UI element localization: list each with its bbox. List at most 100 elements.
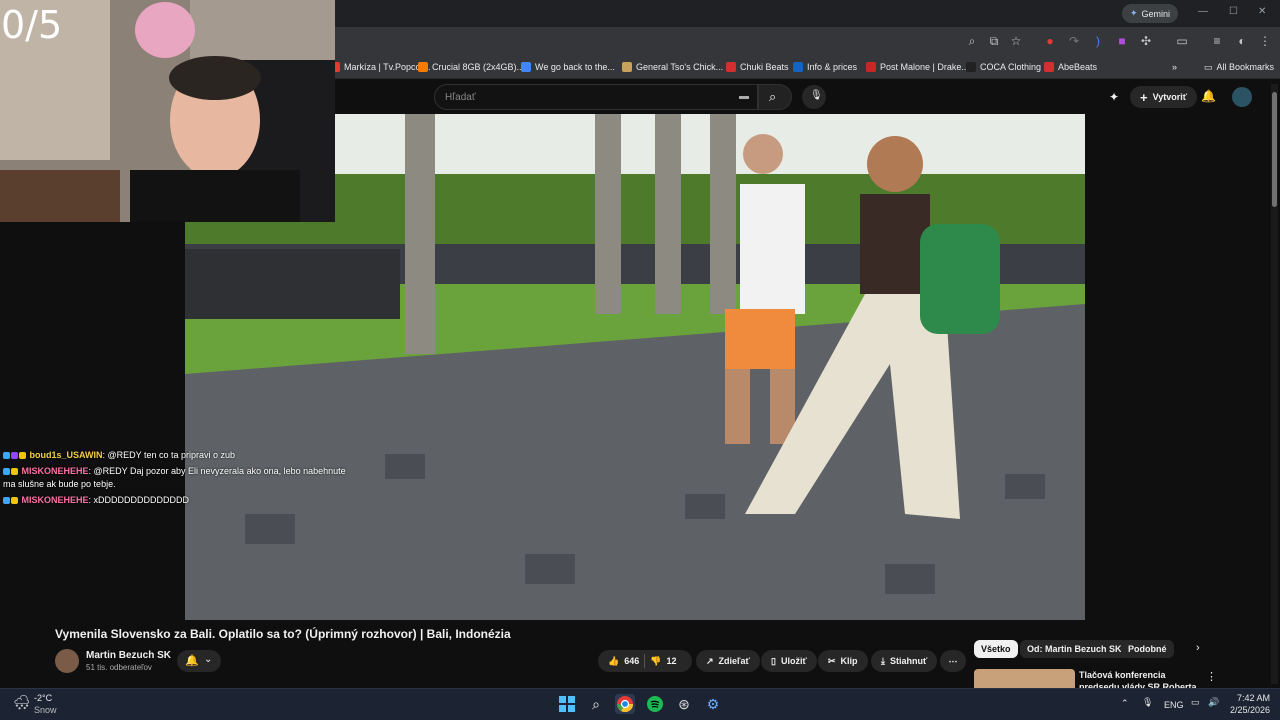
cast-icon[interactable]: ▭ [1174,33,1190,49]
dislike-count: 12 [666,656,677,666]
bookmark-favicon [726,62,736,72]
create-button[interactable]: + Vytvoriť [1130,86,1198,108]
save-label: Uložiť [780,656,807,666]
bookmark-label: Post Malone | Drake... [880,62,969,72]
weather-temp[interactable]: -2°C [34,693,52,703]
save-button[interactable]: ▯ Uložiť [761,650,817,672]
like-button[interactable]: 👍 646 [608,656,639,667]
windows-logo [559,696,575,712]
account-avatar[interactable] [1232,87,1252,107]
bookmark-item[interactable]: COCA Clothing [966,59,1041,75]
related-video-thumbnail[interactable] [974,669,1075,688]
subscription-bell-button[interactable]: 🔔 ⌄ [177,650,221,672]
chat-message: MISKONEHEHE: xDDDDDDDDDDDDDD [3,495,189,505]
bookmark-item[interactable]: General Tso's Chick... [622,59,723,75]
clock-time[interactable]: 7:42 AM [1237,693,1270,703]
chip-related[interactable]: Podobné [1121,640,1174,658]
maximize-icon[interactable]: ☐ [1229,6,1238,17]
search-icon: ⌕ [769,89,777,104]
download-button[interactable]: ⤓ Stiahnuť [871,650,938,672]
chat-badge-icon [3,468,10,476]
spotify-logo [647,696,663,712]
microphone-icon: 🎙 [810,90,823,101]
chat-username: MISKONEHEHE [21,495,89,505]
bookmark-favicon [966,62,976,72]
cast-youtube-icon[interactable]: ✦ [1109,90,1119,104]
extension-arrow-icon[interactable]: ↷ [1066,33,1082,49]
bookmark-favicon [622,62,632,72]
bookmark-label: Chuki Beats [740,62,789,72]
search-button[interactable]: ⌕ [758,84,792,110]
bookmark-item[interactable]: Markíza | Tv.Popcor... [330,59,431,75]
extension-audio-icon[interactable]: ) [1090,33,1106,49]
menu-kebab-icon[interactable]: ⋮ [1257,33,1273,49]
clip-label: Klip [840,656,858,666]
bookmark-item[interactable]: Crucial 8GB (2x4GB)... [418,59,524,75]
bookmark-favicon [1044,62,1054,72]
bookmark-label: Crucial 8GB (2x4GB)... [432,62,525,72]
related-video-title[interactable]: Tlačová konferencia predsedu vlády SR Ro… [1079,669,1201,688]
zoom-icon[interactable]: ⌕ [964,33,980,49]
bookmark-star-icon[interactable]: ☆ [1008,33,1024,49]
weather-desc[interactable]: Snow [34,705,57,715]
bookmark-item[interactable]: Chuki Beats [726,59,789,75]
related-more-icon[interactable]: ⋮ [1206,670,1217,683]
install-icon[interactable]: ⧉ [986,33,1002,49]
chat-badge-icon [3,497,10,505]
keyboard-icon[interactable]: ▬ [739,91,749,102]
bookmark-item[interactable]: Post Malone | Drake... [866,59,969,75]
bookmark-label: Info & prices [807,62,858,72]
weather-icon[interactable]: 🌨 [13,694,31,711]
more-horizontal-icon: ⋯ [948,655,958,666]
voice-search-button[interactable]: 🎙 [802,85,826,109]
extension-twitch-icon[interactable]: ■ [1114,33,1130,49]
minimize-icon[interactable]: — [1198,6,1208,17]
chip-all[interactable]: Všetko [974,640,1018,658]
extensions-puzzle-icon[interactable]: ✣ [1138,33,1154,49]
share-button[interactable]: ↗ Zdieľať [696,650,760,672]
bookmarks-overflow-icon[interactable]: » [1172,59,1177,75]
more-actions-button[interactable]: ⋯ [940,650,966,672]
chip-from-channel[interactable]: Od: Martin Bezuch SK [1020,640,1129,658]
chat-text: : @REDY Daj pozor aby Eli nevyzerala ako… [88,466,346,476]
save-icon: ▯ [771,655,776,666]
chat-badge-icon [11,468,18,476]
bookmark-item[interactable]: Info & prices [793,59,857,75]
channel-name[interactable]: Martin Bezuch SK [86,650,171,661]
tray-overflow-icon[interactable]: ⌃ [1121,698,1129,709]
thumbs-up-icon: 👍 [608,655,620,666]
language-indicator[interactable]: ENG [1164,700,1184,710]
network-icon[interactable]: ▭ [1191,697,1200,708]
search-input[interactable]: Hľadať ▬ [434,84,758,110]
reading-list-icon[interactable]: ≡ [1209,33,1225,49]
extension-opera-icon[interactable]: ● [1042,33,1058,49]
all-bookmarks[interactable]: ▭ All Bookmarks [1204,59,1274,75]
bookmark-label: AbeBeats [1058,62,1098,72]
windows-start-icon[interactable] [557,694,577,714]
dislike-button[interactable]: 👎 12 [650,656,676,667]
tray-mic-icon[interactable]: 🎙 [1142,697,1153,708]
chat-text: : xDDDDDDDDDDDDDD [88,495,190,505]
chevron-right-icon[interactable]: › [1196,642,1200,654]
page-scrollbar-thumb[interactable] [1272,92,1277,207]
video-title: Vymenila Slovensko za Bali. Oplatilo sa … [55,627,511,641]
thumbs-down-icon: 👎 [650,655,662,666]
chrome-taskbar-icon[interactable] [615,694,635,714]
close-icon[interactable]: ✕ [1258,6,1266,17]
taskbar-search-icon[interactable]: ⌕ [586,694,606,714]
all-bookmarks-label: All Bookmarks [1216,62,1275,72]
search-placeholder: Hľadať [445,92,476,103]
chat-badge-icon [19,452,26,460]
app-taskbar-icon[interactable]: ⊛ [674,694,694,714]
clock-date[interactable]: 2/25/2026 [1230,705,1270,715]
volume-icon[interactable]: 🔊 [1208,697,1219,708]
steam-taskbar-icon[interactable]: ⚙ [703,694,723,714]
spotify-taskbar-icon[interactable] [645,694,665,714]
channel-avatar[interactable] [55,649,79,673]
gemini-button[interactable]: ✦ Gemini [1122,4,1179,23]
bookmark-item[interactable]: AbeBeats [1044,59,1097,75]
bookmark-item[interactable]: We go back to the... [521,59,615,75]
profile-avatar-icon[interactable]: ◐ [1234,33,1250,49]
notifications-bell-icon[interactable]: 🔔 [1201,89,1216,103]
clip-button[interactable]: ✂ Klip [818,650,868,672]
